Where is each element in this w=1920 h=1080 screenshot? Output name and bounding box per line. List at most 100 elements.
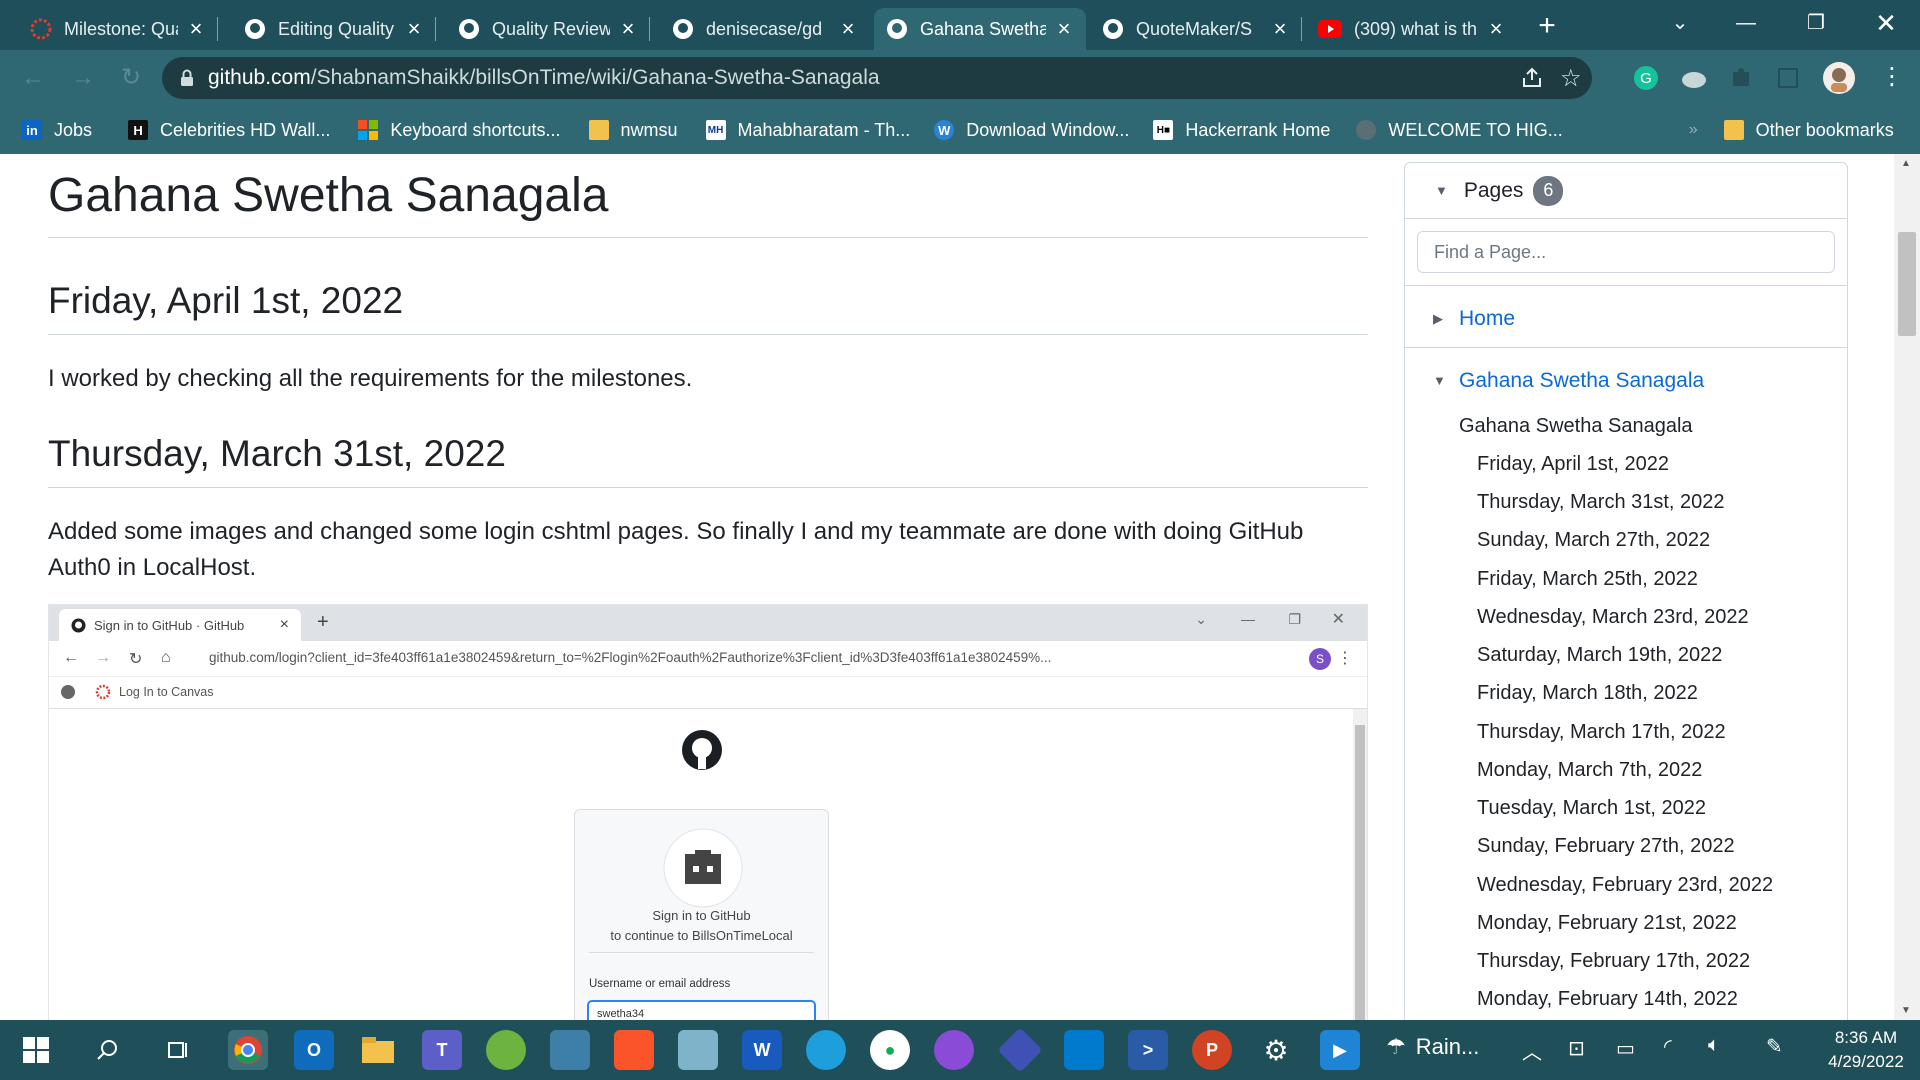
wifi-icon[interactable]: ◜ bbox=[1664, 1034, 1672, 1059]
tab-youtube[interactable]: (309) what is th × bbox=[1306, 8, 1518, 50]
close-icon[interactable]: × bbox=[838, 16, 858, 42]
close-icon[interactable]: × bbox=[404, 16, 424, 42]
task-view-icon[interactable] bbox=[158, 1030, 198, 1070]
find-page-input[interactable] bbox=[1417, 231, 1835, 273]
tab-milestone[interactable]: Milestone: Qua × bbox=[18, 8, 218, 50]
more-menu-icon[interactable]: ⋮ bbox=[1880, 62, 1904, 91]
toc-item[interactable]: Monday, February 21st, 2022 bbox=[1477, 912, 1737, 935]
bookmark-hackerrank[interactable]: H■ Hackerrank Home bbox=[1153, 120, 1330, 141]
pen-icon[interactable]: ✎ bbox=[1766, 1034, 1783, 1059]
github-desktop-icon[interactable] bbox=[934, 1030, 974, 1070]
file-explorer-icon[interactable] bbox=[358, 1030, 398, 1070]
volume-icon[interactable]: 🔈︎ bbox=[1708, 1034, 1720, 1057]
hackerrank-icon: H■ bbox=[1153, 120, 1174, 140]
close-icon[interactable]: × bbox=[186, 16, 206, 42]
powershell-icon[interactable]: > bbox=[1128, 1030, 1168, 1070]
toc-item[interactable]: Monday, March 7th, 2022 bbox=[1477, 759, 1702, 782]
back-arrow-icon[interactable]: ← bbox=[18, 64, 48, 94]
bookmark-celebrities[interactable]: H Celebrities HD Wall... bbox=[128, 120, 330, 141]
page-scrollbar[interactable]: ▲ ▼ bbox=[1894, 154, 1920, 1020]
powerpoint-icon[interactable]: P bbox=[1192, 1030, 1232, 1070]
media-player-icon[interactable]: ▶ bbox=[1320, 1030, 1360, 1070]
toc-item[interactable]: Tuesday, March 1st, 2022 bbox=[1477, 797, 1706, 820]
chrome-icon[interactable] bbox=[228, 1030, 268, 1070]
scroll-up-icon[interactable]: ▲ bbox=[1901, 158, 1911, 169]
bookmark-other[interactable]: Other bookmarks bbox=[1723, 120, 1894, 141]
settings-gear-icon[interactable]: ⚙ bbox=[1256, 1030, 1296, 1070]
share-icon[interactable] bbox=[1520, 66, 1544, 90]
globe-icon bbox=[61, 685, 75, 699]
tab-search-chevron-icon[interactable]: ⌄ bbox=[1660, 6, 1700, 40]
caret-right-icon[interactable]: ▶ bbox=[1433, 311, 1443, 327]
close-icon[interactable]: × bbox=[1270, 16, 1290, 42]
new-tab-button[interactable]: + bbox=[1530, 10, 1564, 44]
address-bar[interactable]: github.com/ShabnamShaikk/billsOnTime/wik… bbox=[162, 57, 1592, 99]
scroll-down-icon[interactable]: ▼ bbox=[1901, 1005, 1911, 1016]
bookmark-keyboard-shortcuts[interactable]: Keyboard shortcuts... bbox=[358, 120, 561, 141]
system-clock[interactable]: 8:36 AM 4/29/2022 bbox=[1816, 1026, 1916, 1074]
reload-icon[interactable]: ↻ bbox=[116, 64, 146, 94]
restore-button[interactable]: ❐ bbox=[1796, 6, 1836, 40]
word-icon[interactable]: W bbox=[742, 1030, 782, 1070]
grammarly-icon[interactable]: G bbox=[1632, 64, 1662, 94]
notepad-icon[interactable] bbox=[678, 1030, 718, 1070]
spring-tool-icon[interactable] bbox=[486, 1030, 526, 1070]
close-icon[interactable]: × bbox=[1486, 16, 1506, 42]
toc-item[interactable]: Friday, March 18th, 2022 bbox=[1477, 682, 1698, 705]
security-icon[interactable]: ⊡ bbox=[1568, 1036, 1585, 1061]
bookmark-jobs[interactable]: in Jobs bbox=[22, 120, 92, 141]
outlook-icon[interactable]: O bbox=[294, 1030, 334, 1070]
toc-page-title[interactable]: Gahana Swetha Sanagala bbox=[1459, 415, 1693, 438]
pages-header[interactable]: ▼ Pages 6 bbox=[1405, 163, 1847, 219]
tab-quotemaker[interactable]: QuoteMaker/S × bbox=[1090, 8, 1302, 50]
bookmark-welcome-to-hig[interactable]: WELCOME TO HIG... bbox=[1356, 120, 1563, 141]
close-icon[interactable]: × bbox=[1054, 16, 1074, 42]
more-bookmarks-chevron-icon[interactable]: » bbox=[1689, 121, 1698, 139]
minimize-button[interactable]: — bbox=[1726, 6, 1766, 40]
toc-item[interactable]: Wednesday, March 23rd, 2022 bbox=[1477, 606, 1749, 629]
chevron-up-icon[interactable]: ︿ bbox=[1522, 1036, 1542, 1065]
tab-denisecase[interactable]: denisecase/gd × bbox=[660, 8, 870, 50]
side-panel-icon[interactable] bbox=[1776, 66, 1806, 96]
search-icon[interactable] bbox=[88, 1030, 128, 1070]
extensions-puzzle-icon[interactable] bbox=[1730, 66, 1760, 96]
toc-item[interactable]: Thursday, March 17th, 2022 bbox=[1477, 721, 1726, 744]
bookmark-download-windows[interactable]: W Download Window... bbox=[934, 120, 1129, 141]
close-icon[interactable]: × bbox=[618, 16, 638, 42]
vscode-icon[interactable] bbox=[1064, 1030, 1104, 1070]
profile-avatar[interactable] bbox=[1822, 61, 1856, 95]
sidebar-link-current-page[interactable]: Gahana Swetha Sanagala bbox=[1459, 369, 1704, 393]
weather-widget[interactable]: ☂ Rain... bbox=[1386, 1034, 1479, 1060]
forward-arrow-icon[interactable]: → bbox=[68, 64, 98, 94]
extension-cloud-icon[interactable] bbox=[1680, 66, 1710, 96]
teams-icon[interactable]: T bbox=[422, 1030, 462, 1070]
bookmark-mahabharatam[interactable]: MH Mahabharatam - Th... bbox=[705, 120, 910, 141]
star-icon[interactable]: ☆ bbox=[1560, 64, 1582, 93]
caret-down-icon[interactable]: ▼ bbox=[1433, 373, 1446, 388]
toc-item[interactable]: Friday, April 1st, 2022 bbox=[1477, 453, 1669, 476]
tab-quality-review[interactable]: Quality Review × bbox=[446, 8, 650, 50]
toc-item[interactable]: Sunday, March 27th, 2022 bbox=[1477, 529, 1710, 552]
mysql-workbench-icon[interactable] bbox=[550, 1030, 590, 1070]
battery-icon[interactable]: ▭ bbox=[1616, 1036, 1635, 1061]
bookmark-nwmsu[interactable]: nwmsu bbox=[588, 120, 678, 141]
caret-down-icon[interactable]: ▼ bbox=[1435, 183, 1448, 198]
git-icon[interactable] bbox=[997, 1027, 1043, 1073]
toc-item[interactable]: Sunday, February 27th, 2022 bbox=[1477, 835, 1735, 858]
tab-gahana-swetha[interactable]: Gahana Swetha × bbox=[874, 8, 1086, 50]
toc-item[interactable]: Friday, March 25th, 2022 bbox=[1477, 568, 1698, 591]
brave-icon[interactable] bbox=[614, 1030, 654, 1070]
close-window-button[interactable]: ✕ bbox=[1866, 6, 1906, 40]
toc-item[interactable]: Wednesday, February 23rd, 2022 bbox=[1477, 874, 1773, 897]
windows-start-icon[interactable] bbox=[16, 1030, 56, 1070]
sidebar-link-home[interactable]: Home bbox=[1459, 307, 1515, 331]
scrollbar-thumb[interactable] bbox=[1898, 232, 1916, 336]
toc-item[interactable]: Saturday, March 19th, 2022 bbox=[1477, 644, 1722, 667]
mongodb-icon[interactable]: ● bbox=[870, 1030, 910, 1070]
toc-item[interactable]: Thursday, February 17th, 2022 bbox=[1477, 950, 1750, 973]
tab-editing-quality[interactable]: Editing Quality × bbox=[232, 8, 436, 50]
toc-item[interactable]: Thursday, March 31st, 2022 bbox=[1477, 491, 1725, 514]
screenshot-scrollbar bbox=[1353, 709, 1367, 1020]
edge-icon[interactable] bbox=[806, 1030, 846, 1070]
toc-item[interactable]: Monday, February 14th, 2022 bbox=[1477, 988, 1738, 1011]
